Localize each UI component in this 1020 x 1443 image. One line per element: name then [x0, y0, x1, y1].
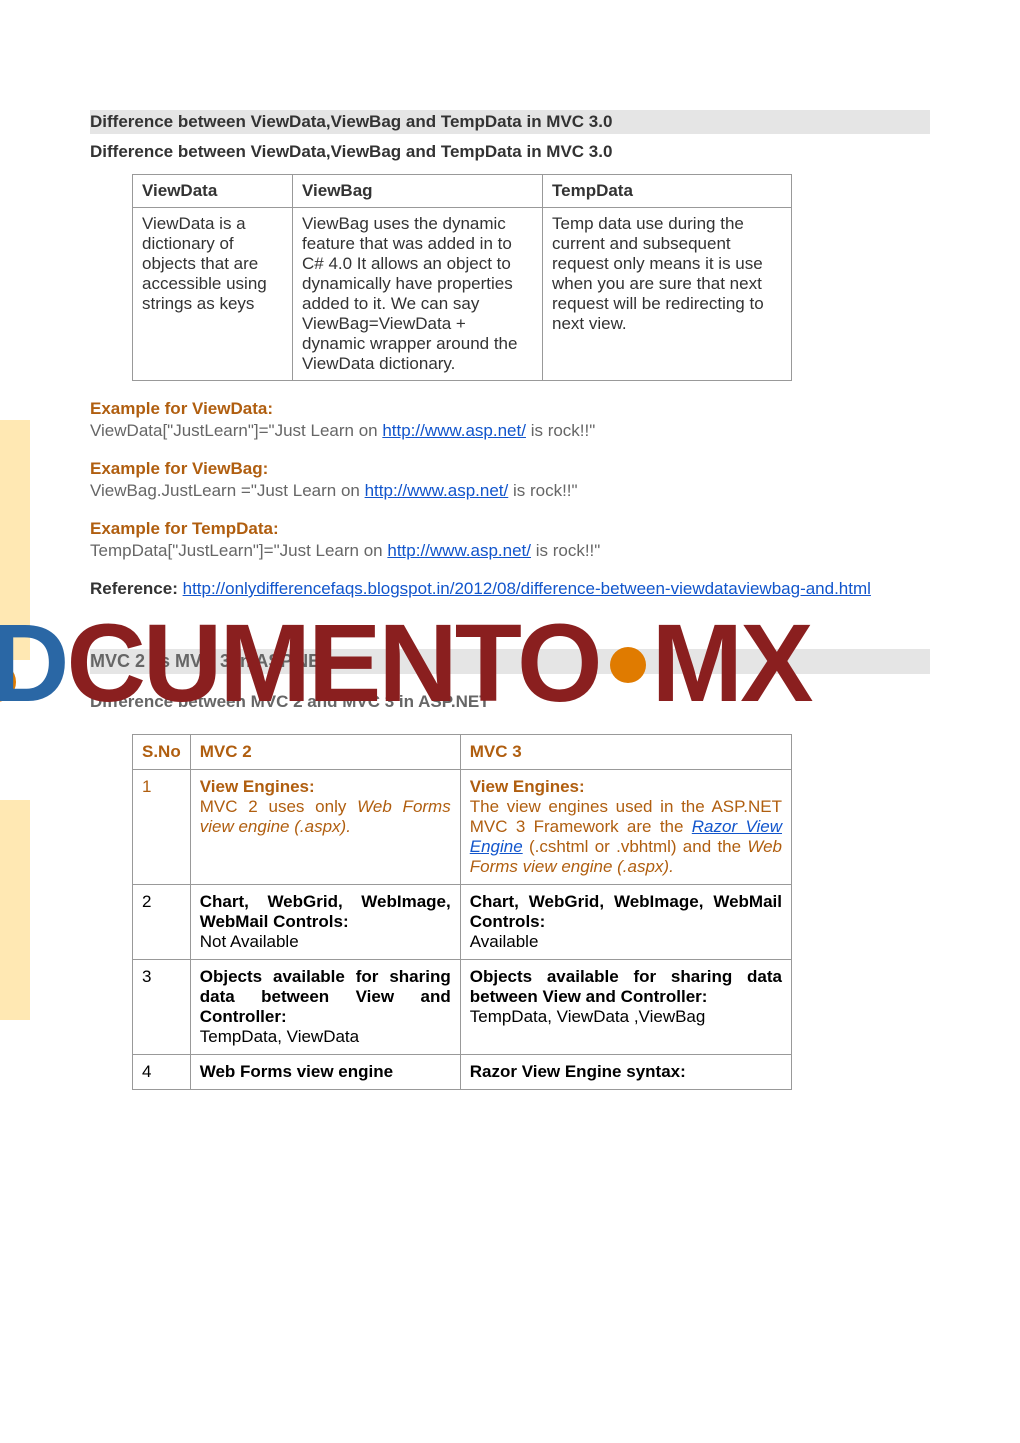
mvc2-r3-t1: TempData, ViewData [200, 1027, 359, 1046]
example-tempdata-label: Example for TempData: [90, 519, 930, 539]
mvc3-r1-bold: View Engines: [470, 777, 585, 796]
link-aspnet-2[interactable]: http://www.asp.net/ [365, 481, 509, 500]
section-heading-2: MVC 2 vs MVC 3 in ASP.NET [90, 649, 930, 674]
cell-mvc2-1: View Engines: MVC 2 uses only Web Forms … [190, 770, 460, 885]
mvc3-r1-t2: (.cshtml or .vbhtml) and the [523, 837, 748, 856]
cell-mvc3-2: Chart, WebGrid, WebImage, WebMail Contro… [460, 885, 791, 960]
example-viewbag-text: ViewBag.JustLearn ="Just Learn on http:/… [90, 481, 930, 501]
cell-tempdata: Temp data use during the current and sub… [543, 208, 792, 381]
mvc-row-4: 4 Web Forms view engine Razor View Engin… [133, 1055, 792, 1090]
th-viewbag: ViewBag [293, 175, 543, 208]
mvc3-r2-t1: Available [470, 932, 539, 951]
mvc-row-2: 2 Chart, WebGrid, WebImage, WebMail Cont… [133, 885, 792, 960]
reference-label: Reference: [90, 579, 183, 598]
table-row: ViewData is a dictionary of objects that… [133, 208, 792, 381]
mvc2-r3-bold: Objects available for sharing data betwe… [200, 967, 451, 1026]
section-subheading-2: Difference between MVC 2 and MVC 3 in AS… [90, 692, 930, 712]
mvc-row-3: 3 Objects available for sharing data bet… [133, 960, 792, 1055]
cell-viewdata: ViewData is a dictionary of objects that… [133, 208, 293, 381]
mvc2-r2-t1: Not Available [200, 932, 299, 951]
mvc2-r1-t1: MVC 2 uses only [200, 797, 357, 816]
example-viewdata-label: Example for ViewData: [90, 399, 930, 419]
th-viewdata: ViewData [133, 175, 293, 208]
mvc3-r3-t1: TempData, ViewData ,ViewBag [470, 1007, 706, 1026]
link-aspnet-3[interactable]: http://www.asp.net/ [387, 541, 531, 560]
mvc3-r4-bold: Razor View Engine syntax: [470, 1062, 686, 1081]
cell-mvc2-4: Web Forms view engine [190, 1055, 460, 1090]
mvc2-r1-bold: View Engines: [200, 777, 315, 796]
th-sno: S.No [133, 735, 191, 770]
section-heading-1: Difference between ViewData,ViewBag and … [90, 110, 930, 134]
cell-sno-1: 1 [133, 770, 191, 885]
link-aspnet-1[interactable]: http://www.asp.net/ [382, 421, 526, 440]
th-mvc3: MVC 3 [460, 735, 791, 770]
example-viewdata-text: ViewData["JustLearn"]="Just Learn on htt… [90, 421, 930, 441]
cell-mvc2-2: Chart, WebGrid, WebImage, WebMail Contro… [190, 885, 460, 960]
mvc-row-1: 1 View Engines: MVC 2 uses only Web Form… [133, 770, 792, 885]
cell-sno-3: 3 [133, 960, 191, 1055]
mvc-compare-table: S.No MVC 2 MVC 3 1 View Engines: MVC 2 u… [132, 734, 792, 1090]
th-tempdata: TempData [543, 175, 792, 208]
ex-tempdata-post: is rock!!" [531, 541, 600, 560]
cell-mvc3-4: Razor View Engine syntax: [460, 1055, 791, 1090]
ex-viewdata-pre: ViewData["JustLearn"]="Just Learn on [90, 421, 382, 440]
mvc3-r2-bold: Chart, WebGrid, WebImage, WebMail Contro… [470, 892, 782, 931]
cell-viewbag: ViewBag uses the dynamic feature that wa… [293, 208, 543, 381]
cell-mvc3-1: View Engines: The view engines used in t… [460, 770, 791, 885]
ex-tempdata-pre: TempData["JustLearn"]="Just Learn on [90, 541, 387, 560]
mvc3-r3-bold: Objects available for sharing data betwe… [470, 967, 782, 1006]
cell-sno-2: 2 [133, 885, 191, 960]
ex-viewbag-pre: ViewBag.JustLearn ="Just Learn on [90, 481, 365, 500]
ex-viewbag-post: is rock!!" [508, 481, 577, 500]
cell-mvc2-3: Objects available for sharing data betwe… [190, 960, 460, 1055]
reference-link[interactable]: http://onlydifferencefaqs.blogspot.in/20… [183, 579, 871, 598]
example-tempdata-text: TempData["JustLearn"]="Just Learn on htt… [90, 541, 930, 561]
table-header-row: ViewData ViewBag TempData [133, 175, 792, 208]
example-viewbag-label: Example for ViewBag: [90, 459, 930, 479]
mvc2-r2-bold: Chart, WebGrid, WebImage, WebMail Contro… [200, 892, 451, 931]
th-mvc2: MVC 2 [190, 735, 460, 770]
mvc2-r4-bold: Web Forms view engine [200, 1062, 393, 1081]
reference-line: Reference: http://onlydifferencefaqs.blo… [90, 579, 930, 599]
section-subheading-1: Difference between ViewData,ViewBag and … [90, 142, 930, 162]
ex-viewdata-post: is rock!!" [526, 421, 595, 440]
mvc-header-row: S.No MVC 2 MVC 3 [133, 735, 792, 770]
cell-mvc3-3: Objects available for sharing data betwe… [460, 960, 791, 1055]
cell-sno-4: 4 [133, 1055, 191, 1090]
viewdata-compare-table: ViewData ViewBag TempData ViewData is a … [132, 174, 792, 381]
